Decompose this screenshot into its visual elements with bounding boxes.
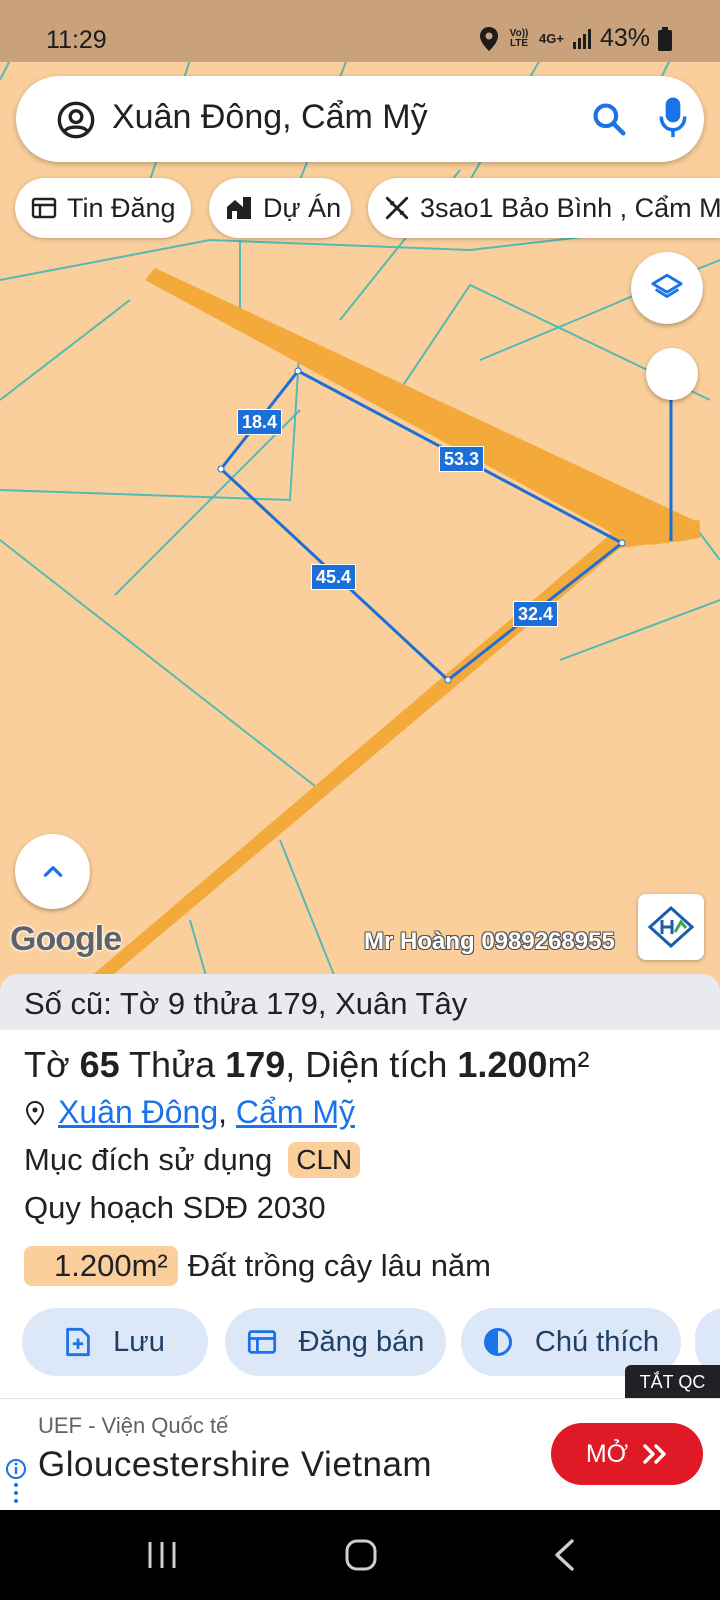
sell-listing-label: Đăng bán [298,1325,425,1358]
ad-info-icon[interactable] [4,1457,28,1509]
parcel-title: Tờ 65 Thửa 179, Diện tích 1.200m² [24,1044,589,1086]
volte-indicator: Vo)) LTE [509,27,529,49]
purpose-label: Mục đích sử dụng [24,1142,273,1177]
status-bar: 11:29 Vo)) LTE 4G+ 43% [0,0,720,62]
brand-logo [638,894,704,960]
ad-banner[interactable]: UEF - Viện Quốc tế Gloucestershire Vietn… [0,1398,720,1510]
plan-label: Quy hoạch SDĐ 2030 [24,1190,326,1225]
sell-listing-button[interactable]: Đăng bán [225,1308,446,1376]
sheet-number: 65 [79,1044,120,1085]
area-value: 1.200 [457,1044,548,1085]
area-label: , Diện tích [285,1044,448,1085]
plan-type: Đất trồng cây lâu năm [187,1248,491,1283]
ad-open-label: MỞ [585,1439,629,1468]
purpose-code-badge: CLN [288,1142,361,1178]
hide-ad-button[interactable]: TẮT QC [625,1365,720,1400]
chip-du-an[interactable]: Dự Án [209,178,351,238]
location-pin-icon [480,26,499,51]
dimension-label: 53.3 [439,446,485,472]
listing-icon [247,1330,276,1354]
parcel-number: 179 [225,1044,286,1085]
ad-source: UEF - Viện Quốc tế [38,1413,229,1438]
location-pin-icon [25,1100,45,1125]
search-bar[interactable]: Xuân Đông, Cẩm Mỹ [16,76,704,162]
parcel-info-sheet[interactable]: Số cũ: Tờ 9 thửa 179, Xuân Tây Tờ 65 Thử… [0,974,720,1398]
newspaper-icon [31,197,57,219]
signal-icon [572,28,591,49]
chevron-up-icon [43,865,62,877]
plan-area-badge: 1.200m² [24,1246,178,1286]
system-nav-bar [0,1510,720,1600]
status-time: 11:29 [46,26,107,54]
commune-link[interactable]: Xuân Đông [58,1094,218,1131]
chip-label: Tin Đăng [67,192,176,223]
contrast-icon [483,1328,512,1356]
microphone-icon[interactable] [658,96,688,140]
chip-3sao1[interactable]: 3sao1 Bảo Bình , Cẩm M [368,178,720,238]
network-indicator: 4G+ [539,30,564,46]
account-icon[interactable] [56,100,96,140]
sheet-label: Tờ [24,1044,70,1085]
back-icon[interactable] [552,1538,576,1572]
parcel-label: Thửa [129,1044,216,1085]
district-link[interactable]: Cẩm Mỹ [236,1094,355,1131]
watermark-text: Mr Hoàng 0989268955 [364,928,615,955]
chip-label: Dự Án [263,192,342,223]
chip-tin-dang[interactable]: Tin Đăng [15,178,191,238]
chip-label: 3sao1 Bảo Bình , Cẩm M [420,192,720,223]
battery-percent: 43% [599,24,650,52]
search-icon[interactable] [590,100,628,138]
save-icon [66,1327,90,1357]
google-logo: Google [10,920,122,958]
search-input[interactable]: Xuân Đông, Cẩm Mỹ [112,98,428,137]
brand-logo-icon [648,906,694,948]
recent-apps-icon[interactable] [146,1540,178,1570]
layers-icon [651,273,683,298]
tools-icon [385,196,409,220]
double-chevron-right-icon [643,1444,666,1464]
save-label: Lưu [113,1325,165,1358]
save-button[interactable]: Lưu [22,1308,208,1376]
dimension-label: 32.4 [513,601,559,627]
home-icon[interactable] [344,1538,378,1572]
status-icons: Vo)) LTE 4G+ 43% [479,24,672,53]
ad-open-button[interactable]: MỞ [551,1423,703,1485]
battery-icon [658,26,672,51]
location-line: Xuân Đông, Cẩm Mỹ [24,1094,355,1131]
plan-area-line: 1.200m² Đất trồng cây lâu năm [24,1246,491,1286]
ad-title[interactable]: Gloucestershire Vietnam [38,1445,432,1485]
old-parcel-info: Số cũ: Tờ 9 thửa 179, Xuân Tây [0,974,720,1030]
legend-label: Chú thích [534,1325,660,1358]
dimension-label: 18.4 [237,409,283,435]
buildings-icon [227,197,251,219]
layers-button[interactable] [631,252,703,324]
dimension-label: 45.4 [311,564,357,590]
expand-sheet-button[interactable] [15,834,90,909]
purpose-line: Mục đích sử dụng CLN [24,1142,361,1178]
area-unit: m² [547,1044,590,1085]
map-drag-handle[interactable] [646,348,698,400]
